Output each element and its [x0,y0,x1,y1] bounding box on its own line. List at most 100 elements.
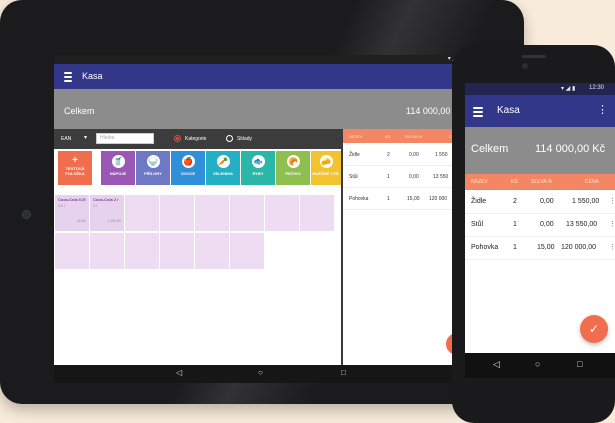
tablet-camera [22,210,31,219]
empty-tile [125,233,159,269]
row-discount: 0,00 [409,152,419,158]
total-bar: Celkem 114 000,00 [54,89,468,129]
home-icon[interactable]: ○ [535,359,540,369]
row-discount: 0,00 [540,198,554,205]
row-qty: 2 [513,198,517,205]
category-pecivo[interactable]: 🥐 PEČIVO [276,151,310,185]
product-price: 30 Kč [77,219,86,223]
category-radio[interactable] [174,135,181,142]
row-menu-icon[interactable]: ⋮ [609,220,615,228]
order-table-header: NÁZEV KS SLEVA % CENA [465,174,615,190]
ean-label: EAN [61,136,72,142]
row-name: Stůl [471,221,484,228]
header-discount: SLEVA % [405,134,423,139]
row-price: 120 000,00 [561,244,597,251]
header-name: NÁZEV [349,134,363,139]
total-value: 114 000,00 [406,106,451,116]
header-qty: KS [511,179,518,185]
category-mlecne[interactable]: 🧀 MLÉČNÉ VÝR. [311,151,341,185]
text-item-label: TEXTOVÁ POLOŽKA [65,166,85,176]
empty-tile [160,195,194,231]
phone-app-bar: Kasa ⋮ [465,95,615,127]
header-name: NÁZEV [471,179,488,185]
phone-nav-bar: ◁ ○ □ [465,353,615,378]
recent-apps-icon[interactable]: □ [341,368,346,377]
home-icon[interactable]: ○ [258,368,263,377]
row-name: Pohovka [349,196,369,202]
row-discount: 0,00 [409,174,419,180]
category-prilohy[interactable]: 🍚 PŘÍLOHY [136,151,170,185]
chevron-down-icon[interactable]: ▾ [84,134,87,141]
phone-screen: ▾ ◢ ▮ 12:30 Kasa ⋮ Celkem 114 000,00 Kč … [465,83,615,378]
category-ovoce[interactable]: 🍎 OVOCE [171,151,205,185]
dairy-icon: 🧀 [319,155,333,168]
empty-tile [160,233,194,269]
category-zelenina[interactable]: 🥕 ZELENINA [206,151,240,185]
row-discount: 0,00 [540,221,554,228]
fruit-icon: 🍎 [181,155,195,168]
stock-radio[interactable] [226,135,233,142]
row-name: Židle [349,152,360,158]
signal-icon: ▾ ◢ ▮ [561,86,576,92]
row-price: 13 550,00 [566,221,598,228]
header-qty: KS [385,134,391,139]
tablet-status-bar: ▾ ◢ ▮ [54,55,468,64]
row-discount: 15,00 [537,244,555,251]
drink-icon: 🥤 [111,155,125,168]
stock-radio-label: Sklady [237,136,253,142]
category-label: RYBY [252,171,264,176]
row-discount: 15,00 [407,196,420,202]
confirm-button[interactable]: ✓ [580,315,608,343]
phone-status-bar: ▾ ◢ ▮ 12:30 [465,83,615,95]
empty-tile [300,195,334,231]
more-options-icon[interactable]: ⋮ [597,103,608,116]
phone-camera [522,63,528,69]
category-radio-label: Kategorie [185,136,207,142]
product-name: Coca-Cola 2 l [93,197,119,202]
tablet-app-bar: Kasa [54,64,468,89]
header-discount: SLEVA % [531,179,553,185]
category-ryby[interactable]: 🐟 RYBY [241,151,275,185]
product-tile[interactable]: Coca-Cola 0,5l 0,5 l 30 Kč [55,195,89,231]
row-qty: 2 [387,152,390,158]
row-name: Stůl [349,174,358,180]
hamburger-menu-icon[interactable] [64,70,72,84]
empty-tile [125,195,159,231]
order-table-header: NÁZEV KS SLEVA % CENA [343,129,468,143]
bread-icon: 🥐 [286,155,300,168]
text-item-button[interactable]: + TEXTOVÁ POLOŽKA [58,151,92,185]
hamburger-menu-icon[interactable] [473,105,483,119]
total-label: Celkem [471,143,509,155]
search-input[interactable]: Hledat [96,133,154,144]
back-icon[interactable]: ◁ [493,359,500,370]
empty-tile [195,195,229,231]
row-price: 13 550 [433,174,449,180]
category-napoje[interactable]: 🥤 NÁPOJE [101,151,135,185]
category-label: PEČIVO [285,171,301,176]
phone-speaker [522,55,546,58]
order-panel: NÁZEV KS SLEVA % CENA Židle 2 0,00 1 550… [343,129,468,365]
row-menu-icon[interactable]: ⋮ [609,197,615,205]
back-icon[interactable]: ◁ [176,368,182,377]
empty-tile [90,233,124,269]
tablet-screen: ▾ ◢ ▮ Kasa Celkem 114 000,00 EAN ▾ Hleda… [54,55,468,383]
empty-tile [195,233,229,269]
table-row[interactable]: Židle 2 0,00 1 550,00 ⋮ [465,191,615,214]
table-row[interactable]: Stůl 1 0,00 13 550,00 ⋮ [465,214,615,237]
row-menu-icon[interactable]: ⋮ [609,243,615,251]
table-row[interactable]: Pohovka 1 15,00 120 000 [343,189,468,210]
filter-toolbar: EAN ▾ Hledat Kategorie Sklady [54,129,341,149]
table-row[interactable]: Pohovka 1 15,00 120 000,00 ⋮ [465,237,615,260]
table-row[interactable]: Stůl 1 0,00 13 550 [343,167,468,188]
row-qty: 1 [387,196,390,202]
total-bar: Celkem 114 000,00 Kč [465,127,615,174]
row-price: 1 550 [435,152,448,158]
row-name: Pohovka [471,244,499,251]
category-label: OVOCE [180,171,196,176]
product-tile[interactable]: Coca-Cola 2 l 2 l 1 100 Kč [90,195,124,231]
table-row[interactable]: Židle 2 0,00 1 550 [343,145,468,166]
vegetable-icon: 🥕 [216,155,230,168]
recent-apps-icon[interactable]: □ [577,359,582,369]
category-label: MLÉČNÉ VÝR. [312,171,340,176]
status-time: 12:30 [589,85,605,91]
